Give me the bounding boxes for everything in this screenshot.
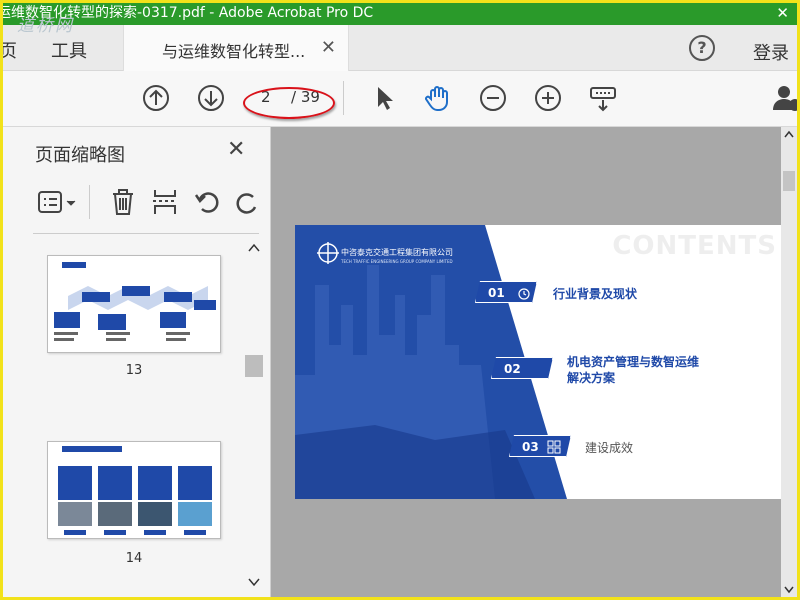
rotate-left-icon[interactable] — [193, 187, 221, 221]
grid-icon — [547, 439, 561, 458]
delete-page-icon[interactable] — [109, 187, 137, 221]
thumbnail-page-number: 13 — [125, 363, 143, 378]
hand-tool-icon[interactable] — [423, 83, 453, 113]
options-menu-icon[interactable] — [37, 189, 79, 221]
tab-document-label: 与运维数智化转型... — [162, 42, 306, 61]
rotate-right-icon[interactable] — [235, 187, 259, 221]
agenda-number: 02 — [491, 357, 553, 379]
agenda-label-line2: 解决方案 — [567, 371, 616, 385]
zoom-out-icon[interactable] — [478, 83, 508, 113]
toolbar-divider — [343, 81, 344, 115]
company-name: 中咨泰克交通工程集团有限公司 — [341, 248, 453, 257]
tab-bar: 页 工具 与运维数智化转型... ✕ ? 登录 — [3, 25, 797, 71]
select-cursor-icon[interactable] — [369, 83, 399, 113]
red-annotation-ellipse — [243, 87, 335, 119]
scrollbar-thumb[interactable] — [783, 171, 795, 191]
close-pane-icon[interactable]: ✕ — [227, 137, 245, 162]
watermark-logo: 道桥网 — [17, 16, 74, 36]
previous-page-icon[interactable] — [141, 83, 171, 113]
thumbnail-list: 13 14 — [3, 235, 243, 597]
thumbnail-pane: 页面缩略图 ✕ 13 14 — [3, 127, 271, 597]
keyboard-icon[interactable] — [588, 83, 618, 113]
share-user-icon[interactable] — [771, 83, 797, 113]
tab-tools[interactable]: 工具 — [51, 37, 87, 63]
thumbnail-toolbar — [33, 185, 259, 225]
page-thumbnail[interactable] — [47, 441, 221, 539]
tab-document[interactable]: 与运维数智化转型... ✕ — [123, 25, 349, 71]
window-close-icon[interactable]: ✕ — [776, 3, 789, 23]
agenda-label: 行业背景及现状 — [553, 287, 638, 301]
agenda-number: 03 — [509, 435, 571, 457]
extract-page-icon[interactable] — [151, 187, 179, 221]
contents-heading: CONTENTS — [612, 231, 777, 261]
next-page-icon[interactable] — [196, 83, 226, 113]
main-toolbar: 2 / 39 — [3, 71, 797, 127]
document-view: 中咨泰克交通工程集团有限公司 TECH TRAFFIC ENGINEERING … — [271, 127, 781, 597]
document-scrollbar[interactable] — [781, 127, 797, 597]
help-icon[interactable]: ? — [689, 35, 715, 61]
thumbnail-pane-title: 页面缩略图 — [35, 145, 125, 166]
agenda-label-line1: 机电资产管理与数智运维 — [567, 355, 700, 369]
thumbnail-page-number: 14 — [125, 551, 143, 566]
page-thumbnail[interactable] — [47, 255, 221, 353]
company-name-english: TECH TRAFFIC ENGINEERING GROUP COMPANY L… — [341, 259, 453, 264]
alarm-icon — [517, 285, 531, 304]
title-bar: 运维数智化转型的探索-0317.pdf - Adobe Acrobat Pro … — [3, 3, 797, 25]
pdf-page: 中咨泰克交通工程集团有限公司 TECH TRAFFIC ENGINEERING … — [295, 225, 781, 499]
app-window: 运维数智化转型的探索-0317.pdf - Adobe Acrobat Pro … — [0, 0, 800, 600]
agenda-label: 建设成效 — [585, 441, 634, 455]
tab-close-icon[interactable]: ✕ — [321, 37, 336, 58]
thumbnail-scrollbar[interactable] — [243, 235, 265, 597]
tab-home[interactable]: 页 — [3, 37, 17, 63]
toolbar-divider — [89, 185, 91, 223]
scrollbar-thumb[interactable] — [245, 355, 263, 377]
login-button[interactable]: 登录 — [753, 39, 789, 65]
zoom-in-icon[interactable] — [533, 83, 563, 113]
pane-divider — [33, 233, 259, 234]
